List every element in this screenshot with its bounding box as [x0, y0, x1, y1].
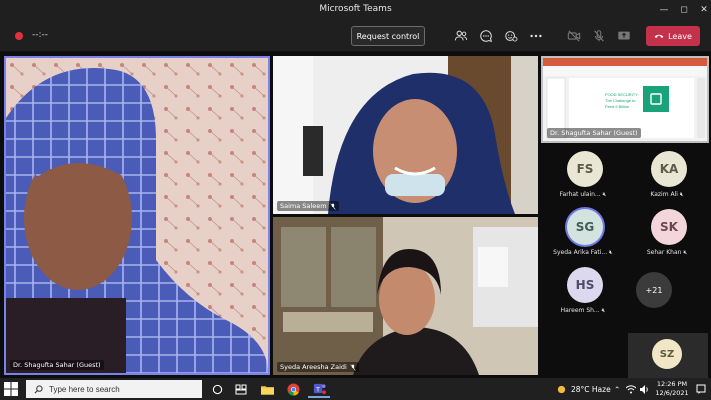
roster-item[interactable]: SG Syeda Arika Fati... 🔇︎ — [541, 205, 625, 263]
slide-title-line-1: FOOD SECURITY: — [605, 92, 639, 97]
self-view-tile[interactable]: SZ — [628, 333, 708, 378]
participant-name: Dr. Shagufta Sahar (Guest) — [550, 129, 638, 137]
notifications-icon[interactable] — [696, 378, 706, 400]
teams-icon[interactable]: T — [308, 380, 330, 398]
participants-icon[interactable] — [452, 27, 470, 45]
roster-name: Syeda Arika Fati... 🔇︎ — [553, 249, 613, 256]
muted-mic-icon — [329, 202, 336, 210]
participant-name-label: Dr. Shagufta Sahar (Guest) — [547, 128, 641, 138]
participant-name-label: Saima Saleem — [277, 201, 339, 211]
weather-text: 28°C Haze — [571, 384, 611, 394]
sun-haze-icon — [557, 385, 566, 393]
clock-time: 12:26 PM — [656, 380, 688, 388]
window-title: Microsoft Teams — [319, 4, 392, 14]
meeting-toolbar: --:-- Request control Leave — [0, 20, 711, 52]
more-options-icon[interactable] — [527, 27, 545, 45]
participant-video — [273, 56, 538, 214]
network-icon[interactable] — [626, 378, 636, 400]
volume-icon[interactable] — [640, 378, 650, 400]
close-icon[interactable]: ✕ — [692, 0, 711, 20]
video-tile-main-speaker[interactable]: Dr. Shagufta Sahar (Guest) — [4, 56, 270, 375]
avatar: SZ — [652, 339, 682, 369]
reactions-icon[interactable] — [502, 27, 520, 45]
avatar: SG — [567, 209, 603, 245]
taskbar-search-box[interactable]: Type here to search — [26, 380, 202, 398]
roster-name: Sehar Khan 🔇︎ — [646, 249, 688, 256]
roster-name: Kazim Ali 🔇︎ — [650, 191, 684, 198]
title-bar: Microsoft Teams — ◻ ✕ — [0, 0, 711, 20]
mic-off-icon[interactable] — [590, 27, 608, 45]
roster-item[interactable]: HS Hareem Sh... 🔇︎ — [541, 263, 625, 321]
chrome-icon[interactable] — [282, 380, 304, 398]
task-view-icon[interactable] — [206, 380, 228, 398]
chat-icon[interactable] — [477, 27, 495, 45]
task-switch-icon[interactable] — [230, 380, 252, 398]
leave-label: Leave — [668, 31, 692, 41]
participant-video — [6, 58, 268, 373]
svg-text:T: T — [315, 386, 319, 393]
slide-title-line-3: Feed 9 Billion — [605, 104, 629, 109]
screen-share-tile[interactable]: FOOD SECURITY: The Challenge to Feed 9 B… — [541, 56, 709, 143]
video-stage: Dr. Shagufta Sahar (Guest) Saima Saleem — [0, 52, 711, 378]
participant-name: Dr. Shagufta Sahar (Guest) — [13, 361, 101, 369]
leave-button[interactable]: Leave — [646, 26, 700, 46]
participant-video — [273, 217, 538, 375]
camera-off-icon[interactable] — [565, 27, 583, 45]
search-icon — [34, 384, 43, 393]
more-participants-button[interactable]: +21 — [636, 272, 672, 308]
roster-item[interactable]: SK Sehar Khan 🔇︎ — [625, 205, 709, 263]
windows-start-icon[interactable] — [4, 382, 18, 396]
avatar: FS — [567, 151, 603, 187]
avatar: KA — [651, 151, 687, 187]
video-tile-saima-saleem[interactable]: Saima Saleem — [273, 56, 538, 214]
participant-name: Saima Saleem — [280, 202, 327, 210]
muted-mic-icon — [350, 363, 356, 371]
recording-indicator-icon — [15, 32, 23, 40]
search-placeholder: Type here to search — [49, 384, 120, 394]
roster-name: Hareem Sh... 🔇︎ — [560, 307, 606, 314]
taskbar-clock[interactable]: 12:26 PM 12/6/2021 — [652, 380, 692, 398]
share-screen-icon[interactable] — [615, 27, 633, 45]
roster-item[interactable]: FS Farhat ulain... 🔇︎ — [541, 147, 625, 205]
roster-item[interactable]: KA Kazim Ali 🔇︎ — [625, 147, 709, 205]
avatar: SK — [651, 209, 687, 245]
video-tile-syeda-areesha-zaidi[interactable]: Syeda Areesha Zaidi — [273, 217, 538, 375]
weather-widget[interactable]: 28°C Haze — [556, 378, 611, 400]
participant-name-label: Syeda Areesha Zaidi — [277, 362, 359, 372]
hang-up-icon — [654, 34, 664, 38]
avatar: HS — [567, 267, 603, 303]
slide-title-line-2: The Challenge to — [605, 98, 636, 103]
windows-taskbar: Type here to search T 28°C Haze ⌃ 12:26 … — [0, 378, 711, 400]
clock-date: 12/6/2021 — [655, 389, 689, 397]
participant-name-label: Dr. Shagufta Sahar (Guest) — [10, 360, 104, 370]
tray-chevron-icon[interactable]: ⌃ — [614, 378, 620, 400]
file-explorer-icon[interactable] — [256, 380, 278, 398]
meeting-timer: --:-- — [32, 30, 49, 40]
participant-name: Syeda Areesha Zaidi — [280, 363, 347, 371]
request-control-button[interactable]: Request control — [351, 26, 425, 46]
roster-name: Farhat ulain... 🔇︎ — [559, 191, 607, 198]
